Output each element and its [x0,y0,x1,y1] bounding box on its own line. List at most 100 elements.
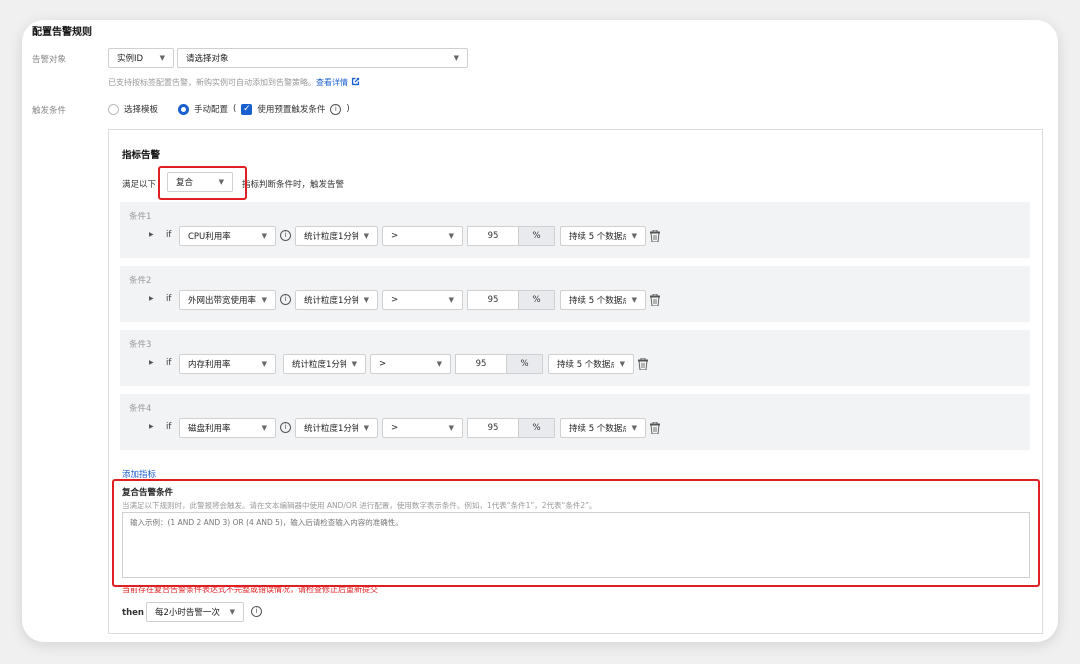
operator-select[interactable]: > ▼ [382,418,463,438]
expand-icon[interactable]: ▶ [149,423,154,430]
threshold-input[interactable]: 95 [455,354,507,374]
metric-select[interactable]: 内存利用率 ▼ [179,354,276,374]
if-label: if [166,294,172,304]
period-value: 统计粒度1分钟 [292,360,346,370]
condition-name: 条件1 [129,212,152,222]
manual-radio[interactable] [178,103,190,115]
condition-4: 条件4 ▶ if 磁盘利用率 ▼ i 统计粒度1分钟 ▼ > ▼ 95 % 持续… [120,394,1030,450]
expand-icon[interactable]: ▶ [149,231,154,238]
duration-select[interactable]: 持续 5 个数据点 ▼ [560,226,646,246]
chevron-down-icon: ▼ [453,54,459,62]
metric-select[interactable]: 外网出带宽使用率 ▼ [179,290,276,310]
metric-value: 内存利用率 [188,360,231,370]
notify-frequency-select[interactable]: 每2小时告警一次 ▼ [146,602,244,622]
metric-alarm-panel: 指标告警 满足以下 复合 ▼ 指标判断条件时，触发告警 条件1 ▶ if CPU… [108,129,1043,634]
metric-value: 外网出带宽使用率 [188,296,256,306]
condition-name: 条件3 [129,340,152,350]
notify-frequency-value: 每2小时告警一次 [155,608,220,618]
if-label: if [166,422,172,432]
page-title: 配置告警规则 [32,27,92,38]
chevron-down-icon: ▼ [159,54,165,62]
operator-select[interactable]: > ▼ [382,290,463,310]
target-type-value: 实例ID [117,54,144,64]
paren-close: ) [346,104,350,114]
external-link-icon[interactable] [351,77,360,86]
info-icon[interactable]: i [251,606,262,617]
threshold-input[interactable]: 95 [467,290,519,310]
unit-label: % [519,418,555,438]
duration-select[interactable]: 持续 5 个数据点 ▼ [548,354,634,374]
period-value: 统计粒度1分钟 [304,424,358,434]
trigger-label: 触发条件 [32,106,67,116]
target-object-placeholder: 请选择对象 [186,54,229,64]
duration-value: 持续 5 个数据点 [569,296,626,306]
operator-value: > [391,423,399,433]
info-icon[interactable]: i [280,422,291,433]
unit-label: % [519,290,555,310]
condition-name: 条件4 [129,404,152,414]
chevron-down-icon: ▼ [363,296,369,304]
highlight-box-mode [158,166,247,200]
chevron-down-icon: ▼ [261,360,267,368]
chevron-down-icon: ▼ [363,424,369,432]
info-icon[interactable]: i [280,294,291,305]
chevron-down-icon: ▼ [448,296,454,304]
chevron-down-icon: ▼ [631,424,637,432]
duration-value: 持续 5 个数据点 [569,232,626,242]
preset-checkbox[interactable]: ✓ [241,103,253,115]
preset-checkbox-label: 使用预置触发条件 [257,105,326,115]
operator-value: > [391,231,399,241]
operator-value: > [391,295,399,305]
period-select[interactable]: 统计粒度1分钟 ▼ [283,354,366,374]
operator-value: > [379,359,387,369]
condition-3: 条件3 ▶ if 内存利用率 ▼ 统计粒度1分钟 ▼ > ▼ 95 % 持续 5… [120,330,1030,386]
chevron-down-icon: ▼ [436,360,442,368]
metric-value: 磁盘利用率 [188,424,231,434]
metric-select[interactable]: CPU利用率 ▼ [179,226,276,246]
view-details-link[interactable]: 查看详情 [316,78,348,87]
chevron-down-icon: ▼ [363,232,369,240]
threshold-input[interactable]: 95 [467,226,519,246]
manual-radio-label: 手动配置 [194,105,229,115]
info-icon[interactable]: i [280,230,291,241]
info-icon[interactable]: i [330,103,342,115]
trash-icon[interactable] [650,294,660,306]
period-select[interactable]: 统计粒度1分钟 ▼ [295,418,378,438]
template-radio[interactable] [108,103,119,115]
target-hint: 已支持按标签配置告警，新购实例可自动添加到告警策略。查看详情 [108,77,360,88]
period-value: 统计粒度1分钟 [304,232,358,242]
expand-icon[interactable]: ▶ [149,359,154,366]
target-label: 告警对象 [32,55,67,65]
then-label: then [122,608,144,618]
operator-select[interactable]: > ▼ [382,226,463,246]
metric-select[interactable]: 磁盘利用率 ▼ [179,418,276,438]
period-select[interactable]: 统计粒度1分钟 ▼ [295,226,378,246]
condition-1: 条件1 ▶ if CPU利用率 ▼ i 统计粒度1分钟 ▼ > ▼ 95 % 持… [120,202,1030,258]
trash-icon[interactable] [638,358,648,370]
trash-icon[interactable] [650,230,660,242]
duration-select[interactable]: 持续 5 个数据点 ▼ [560,418,646,438]
unit-label: % [519,226,555,246]
unit-label: % [507,354,543,374]
chevron-down-icon: ▼ [631,296,637,304]
chevron-down-icon: ▼ [631,232,637,240]
chevron-down-icon: ▼ [261,296,267,304]
template-radio-label: 选择模板 [124,105,159,115]
chevron-down-icon: ▼ [261,232,267,240]
paren-open: ( [233,104,237,114]
condition-name: 条件2 [129,276,152,286]
target-object-select[interactable]: 请选择对象 ▼ [177,48,468,68]
target-type-select[interactable]: 实例ID ▼ [108,48,174,68]
threshold-input[interactable]: 95 [467,418,519,438]
chevron-down-icon: ▼ [448,424,454,432]
trash-icon[interactable] [650,422,660,434]
condition-2: 条件2 ▶ if 外网出带宽使用率 ▼ i 统计粒度1分钟 ▼ > ▼ 95 %… [120,266,1030,322]
if-label: if [166,358,172,368]
period-select[interactable]: 统计粒度1分钟 ▼ [295,290,378,310]
expand-icon[interactable]: ▶ [149,295,154,302]
duration-select[interactable]: 持续 5 个数据点 ▼ [560,290,646,310]
operator-select[interactable]: > ▼ [370,354,451,374]
metric-value: CPU利用率 [188,232,231,242]
chevron-down-icon: ▼ [351,360,357,368]
period-value: 统计粒度1分钟 [304,296,358,306]
